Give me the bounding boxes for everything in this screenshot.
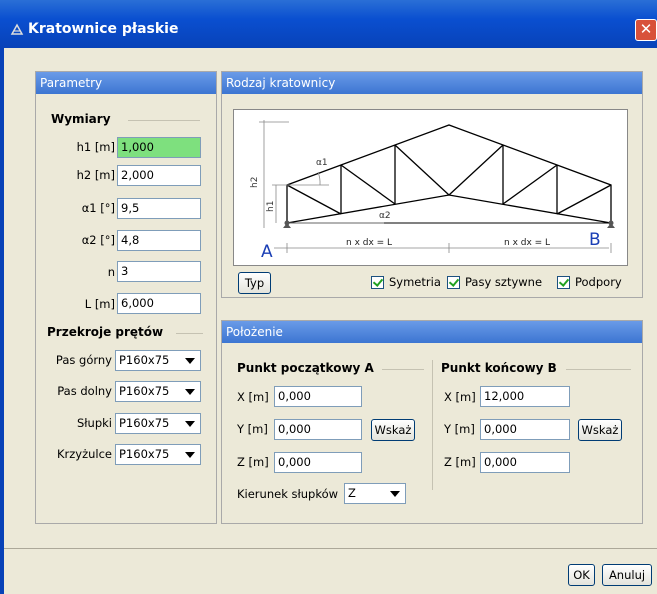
label-h1: h1 bbox=[266, 201, 276, 212]
end-z-input[interactable]: 0,000 bbox=[480, 452, 570, 473]
start-y-input[interactable]: 0,000 bbox=[274, 419, 362, 440]
start-z-input[interactable]: 0,000 bbox=[274, 452, 362, 473]
direction-label: Kierunek słupków bbox=[237, 487, 339, 501]
alpha1-input[interactable]: 9,5 bbox=[117, 198, 201, 219]
end-x-label: X [m] bbox=[444, 390, 476, 404]
chevron-down-icon bbox=[185, 421, 195, 427]
start-x-input[interactable]: 0,000 bbox=[274, 386, 362, 407]
h1-input[interactable]: 1,000 bbox=[117, 137, 201, 158]
window-title: Kratownice płaskie bbox=[28, 21, 179, 37]
diagonals-value: P160x75 bbox=[119, 447, 170, 461]
n-input[interactable]: 3 bbox=[117, 261, 201, 282]
alpha2-label: α2 [°] bbox=[81, 233, 115, 247]
app-icon bbox=[10, 23, 24, 35]
label-span-left: n x dx = L bbox=[346, 238, 392, 248]
start-separator bbox=[382, 369, 424, 370]
bottom-chord-label: Pas dolny bbox=[57, 384, 112, 398]
direction-select[interactable]: Z bbox=[344, 483, 406, 504]
symmetry-checkbox[interactable] bbox=[371, 276, 384, 289]
truss-type-header: Rodzaj kratownicy bbox=[222, 72, 642, 94]
start-x-label: X [m] bbox=[237, 390, 269, 404]
top-chord-select[interactable]: P160x75 bbox=[115, 350, 201, 371]
chevron-down-icon bbox=[390, 491, 400, 497]
position-header: Położenie bbox=[222, 321, 642, 343]
dialog-client: Parametry Wymiary h1 [m] 1,000 h2 [m] 2,… bbox=[4, 48, 657, 594]
posts-value: P160x75 bbox=[119, 416, 170, 430]
h2-input[interactable]: 2,000 bbox=[117, 165, 201, 186]
posts-select[interactable]: P160x75 bbox=[115, 413, 201, 434]
rigid-chords-label: Pasy sztywne bbox=[465, 275, 543, 289]
params-header: Parametry bbox=[36, 72, 216, 94]
label-h2: h2 bbox=[250, 177, 260, 188]
ok-button[interactable]: OK bbox=[568, 564, 595, 586]
direction-value: Z bbox=[348, 486, 356, 500]
type-button[interactable]: Typ bbox=[238, 272, 271, 294]
rigid-chords-checkbox[interactable] bbox=[447, 276, 460, 289]
start-z-label: Z [m] bbox=[237, 455, 269, 469]
label-alpha1: α1 bbox=[316, 158, 328, 168]
end-y-input[interactable]: 0,000 bbox=[480, 419, 570, 440]
start-point-title: Punkt początkowy A bbox=[237, 361, 374, 375]
vertical-divider bbox=[432, 360, 433, 490]
diagonals-select[interactable]: P160x75 bbox=[115, 444, 201, 465]
sections-title: Przekroje prętów bbox=[47, 325, 164, 339]
n-label: n bbox=[107, 265, 115, 279]
chevron-down-icon bbox=[185, 358, 195, 364]
label-a: A bbox=[261, 242, 273, 262]
supports-label: Podpory bbox=[575, 275, 622, 289]
close-button[interactable]: ✕ bbox=[635, 19, 657, 41]
chevron-down-icon bbox=[185, 389, 195, 395]
chevron-down-icon bbox=[185, 452, 195, 458]
bottom-chord-value: P160x75 bbox=[119, 384, 170, 398]
dims-title: Wymiary bbox=[51, 112, 111, 126]
cancel-button[interactable]: Anuluj bbox=[602, 564, 652, 586]
title-bar: Kratownice płaskie ✕ bbox=[0, 0, 657, 48]
bottom-chord-select[interactable]: P160x75 bbox=[115, 381, 201, 402]
symmetry-label: Symetria bbox=[389, 275, 441, 289]
l-label: L [m] bbox=[84, 297, 115, 311]
end-separator bbox=[566, 369, 631, 370]
label-span-right: n x dx = L bbox=[504, 238, 550, 248]
footer-separator bbox=[4, 548, 657, 549]
top-chord-label: Pas górny bbox=[55, 353, 112, 367]
supports-checkbox[interactable] bbox=[557, 276, 570, 289]
h2-label: h2 [m] bbox=[76, 168, 115, 182]
alpha2-input[interactable]: 4,8 bbox=[117, 230, 201, 251]
truss-diagram: A B α1 α2 h2 h1 n x dx = L n x dx = L bbox=[233, 109, 628, 266]
end-x-input[interactable]: 12,000 bbox=[480, 386, 570, 407]
top-chord-value: P160x75 bbox=[119, 353, 170, 367]
end-z-label: Z [m] bbox=[444, 455, 476, 469]
alpha1-label: α1 [°] bbox=[81, 201, 115, 215]
dims-separator bbox=[128, 120, 200, 121]
label-alpha2: α2 bbox=[379, 211, 391, 221]
end-point-title: Punkt końcowy B bbox=[441, 361, 557, 375]
diagonals-label: Krzyżulce bbox=[56, 447, 112, 461]
start-y-label: Y [m] bbox=[237, 422, 268, 436]
end-y-label: Y [m] bbox=[444, 422, 475, 436]
end-point-button[interactable]: Wskaż bbox=[578, 419, 622, 441]
posts-label: Słupki bbox=[76, 416, 112, 430]
h1-label: h1 [m] bbox=[76, 140, 115, 154]
start-point-button[interactable]: Wskaż bbox=[371, 419, 415, 441]
truss-svg: A B α1 α2 h2 h1 n x dx = L n x dx = L bbox=[250, 120, 615, 262]
sections-separator bbox=[176, 333, 203, 334]
l-input[interactable]: 6,000 bbox=[117, 293, 201, 314]
label-b: B bbox=[589, 230, 601, 250]
